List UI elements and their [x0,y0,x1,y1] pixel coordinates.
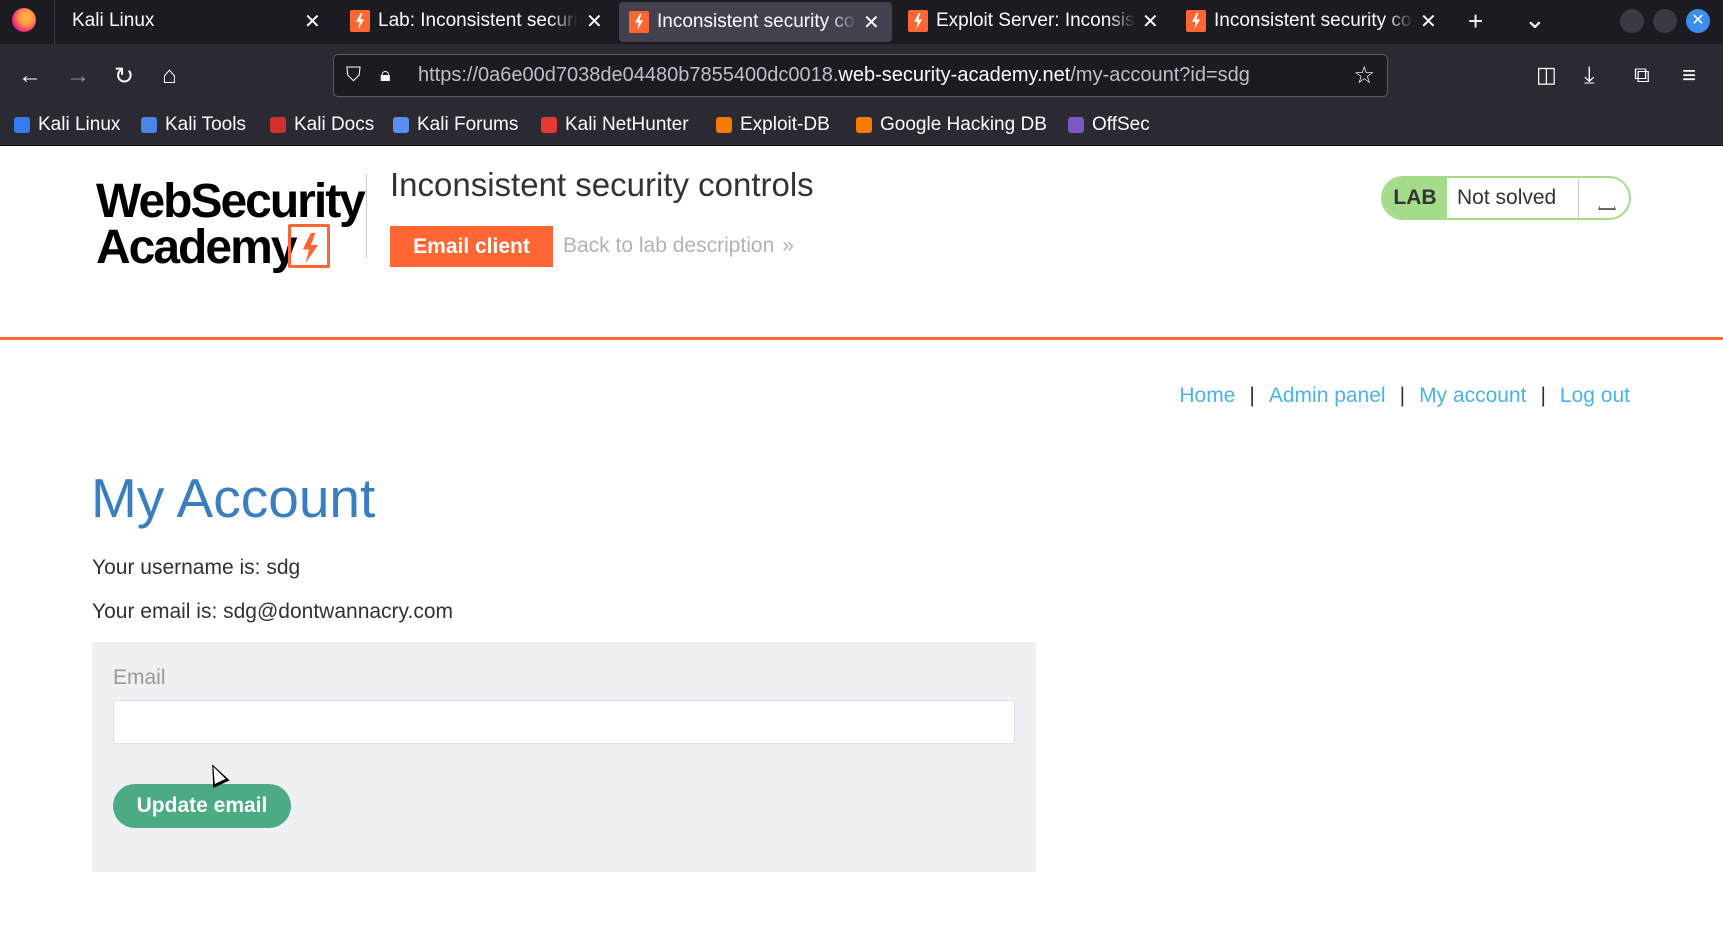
bookmark-kali-tools[interactable]: Kali Tools [141,114,246,136]
offsec-icon [1068,117,1084,133]
bookmark-exploit-db[interactable]: Exploit-DB [716,114,830,136]
bookmark-label: OffSec [1092,114,1150,135]
list-all-tabs-button[interactable]: ⌄ [1524,4,1546,35]
ghdb-icon [856,117,872,133]
url-path: /my-account?id=sdg [1070,64,1250,86]
bookmark-label: Kali Linux [38,114,121,135]
update-email-button[interactable]: Update email [113,784,291,828]
hamburger-menu-icon[interactable]: ≡ [1682,62,1696,90]
url-domain: web-security-academy.net [838,64,1071,86]
double-chevron-right-icon: » [782,234,794,257]
email-client-button[interactable]: Email client [390,226,553,267]
tab-lab-description[interactable]: Lab: Inconsistent security ✕ [342,0,612,42]
bookmarks-toolbar: Kali Linux Kali Tools Kali Docs Kali For… [0,110,1723,146]
bookmark-kali-forums[interactable]: Kali Forums [393,114,518,136]
back-link-label: Back to lab description [563,234,775,257]
back-arrow-icon[interactable]: ← [18,62,42,90]
tab-exploit-server[interactable]: Exploit Server: Inconsis ✕ [898,0,1168,42]
tab-title: Lab: Inconsistent security [378,10,578,32]
flask-icon [1579,178,1629,218]
close-window-button[interactable]: ✕ [1686,9,1710,33]
maximize-button[interactable] [1653,9,1677,33]
tracking-protection-shield-icon[interactable]: ⛉ [346,63,361,87]
close-icon[interactable]: ✕ [1420,9,1437,34]
tab-title: Inconsistent security co [1214,10,1414,32]
page-content: WebSecurity Academy Inconsistent securit… [0,146,1723,933]
tab-title: Inconsistent security co [657,11,857,33]
bookmark-label: Exploit-DB [740,114,830,135]
home-icon[interactable]: ⌂ [162,62,177,90]
bookmark-label: Google Hacking DB [880,114,1047,135]
url-prefix: https://0a6e00d7038de04480b7855400dc0018… [418,64,839,86]
bookmark-kali-linux[interactable]: Kali Linux [14,114,120,136]
bookmark-offsec[interactable]: OffSec [1068,114,1150,136]
nav-separator: | [1540,384,1546,407]
bookmark-label: Kali NetHunter [565,114,689,135]
logo-bolt-icon [288,224,330,268]
new-tab-button[interactable]: + [1468,6,1483,37]
portswigger-favicon-icon [908,10,928,32]
extensions-icon[interactable]: ⧉ [1634,62,1650,88]
close-icon[interactable]: ✕ [1142,9,1159,34]
bookmark-label: Kali Forums [417,114,519,135]
nav-home[interactable]: Home [1179,384,1235,407]
update-email-form: Email Update email [92,642,1036,872]
lab-status-text: Not solved [1447,178,1579,218]
nav-my-account[interactable]: My account [1419,384,1526,407]
kali-dragon-icon [14,117,30,133]
web-security-academy-logo[interactable]: WebSecurity Academy [92,174,366,274]
header-rule [0,337,1723,340]
downloads-icon[interactable]: ⤓ [1584,62,1595,90]
email-text: Your email is: sdg@dontwannacry.com [92,600,453,623]
bookmark-google-hacking-db[interactable]: Google Hacking DB [856,114,1047,136]
tab-title: Kali Linux [72,10,272,32]
portswigger-favicon-icon [1186,10,1206,32]
nethunter-icon [541,117,557,133]
reload-icon[interactable]: ↻ [114,62,134,91]
lock-icon[interactable]: 🔒︎ [380,63,391,87]
tab-title: Exploit Server: Inconsis [936,10,1136,32]
bookmark-kali-docs[interactable]: Kali Docs [270,114,374,136]
lab-status-badge: LAB Not solved [1381,176,1631,220]
close-icon[interactable]: ✕ [304,9,321,34]
pocket-icon[interactable]: ◫ [1536,62,1557,88]
close-icon[interactable]: ✕ [586,9,603,34]
forward-arrow-icon[interactable]: → [66,62,90,90]
tab-inconsistent-security[interactable]: Inconsistent security co ✕ [1176,0,1446,42]
username-text: Your username is: sdg [92,556,301,579]
tab-my-account[interactable]: Inconsistent security co ✕ [619,2,892,42]
logo-text-line2: Academy [96,221,297,274]
url-bar[interactable]: ⛉ 🔒︎ https://0a6e00d7038de04480b7855400d… [333,54,1388,97]
exploit-db-icon [716,117,732,133]
portswigger-favicon-icon [629,11,649,33]
nav-separator: | [1399,384,1406,407]
kali-forums-icon [393,117,409,133]
email-label: Email [113,666,166,689]
firefox-menu-icon[interactable] [12,8,36,32]
kali-tools-icon [141,117,157,133]
navigation-toolbar: ← → ↻ ⌂ ⛉ 🔒︎ https://0a6e00d7038de04480b… [0,44,1723,110]
page-title: My Account [91,467,376,529]
nav-admin-panel[interactable]: Admin panel [1269,384,1386,407]
lab-label: LAB [1383,178,1447,218]
account-nav: Home | Admin panel | My account | Log out [1179,384,1630,408]
back-to-lab-description-link[interactable]: Back to lab description » [563,234,794,258]
email-input[interactable] [113,700,1015,744]
tab-kali-linux[interactable]: Kali Linux ✕ [58,0,328,42]
bookmark-kali-nethunter[interactable]: Kali NetHunter [541,114,689,136]
nav-separator: | [1249,384,1255,407]
bookmark-label: Kali Tools [165,114,246,135]
lab-title: Inconsistent security controls [390,166,814,203]
tab-bar: Kali Linux ✕ Lab: Inconsistent security … [0,0,1723,44]
nav-log-out[interactable]: Log out [1560,384,1630,407]
minimize-button[interactable] [1620,9,1644,33]
header-divider [366,174,367,258]
kali-docs-icon [270,117,286,133]
close-icon[interactable]: ✕ [863,10,880,35]
bookmark-label: Kali Docs [294,114,375,135]
bookmark-star-icon[interactable]: ☆ [1353,55,1375,96]
portswigger-favicon-icon [350,10,370,32]
